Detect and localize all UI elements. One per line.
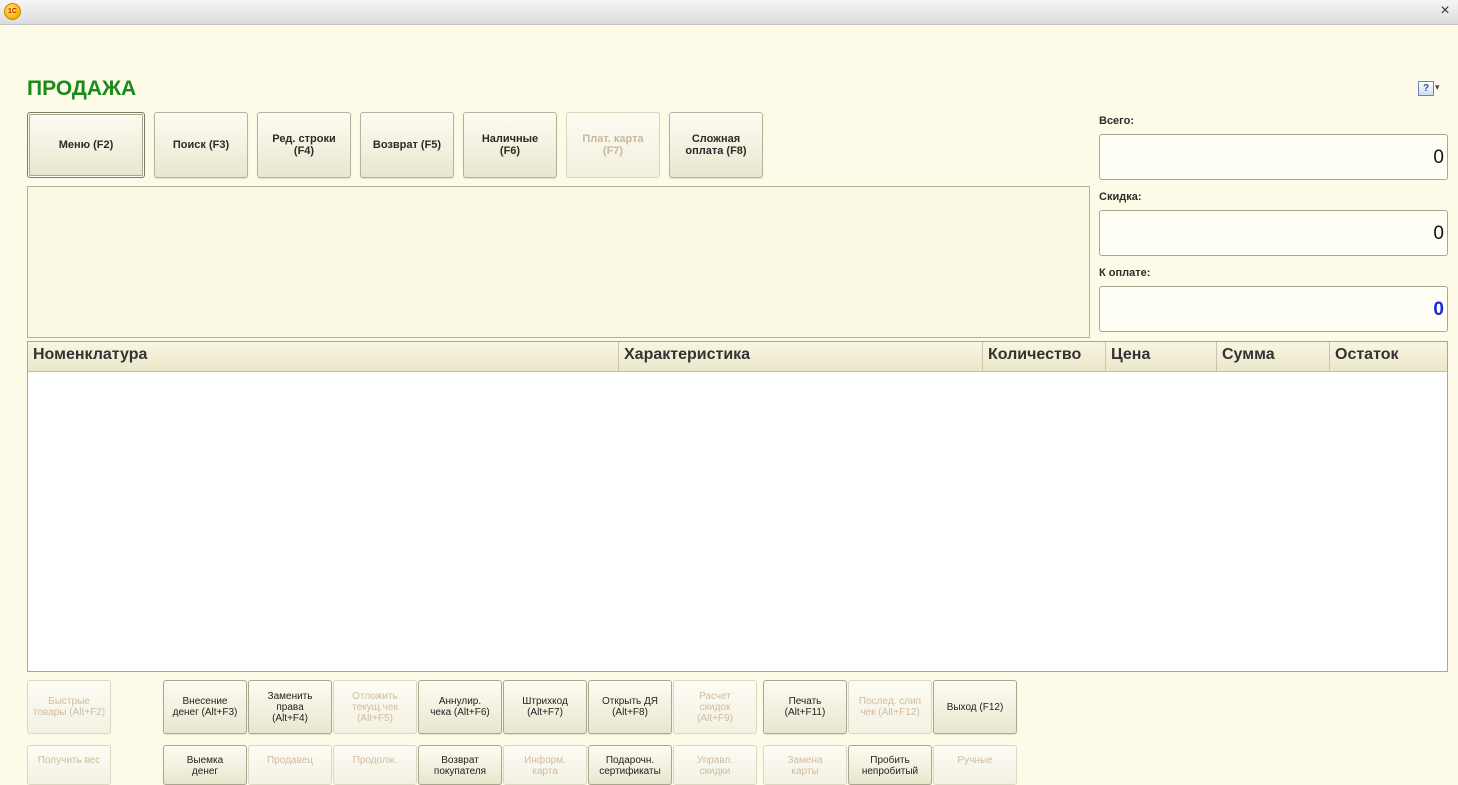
cash-payment-button[interactable]: Наличные (F6) xyxy=(463,112,557,178)
manage-discounts-button[interactable]: Управл. скидки xyxy=(673,745,757,785)
edit-row-button[interactable]: Ред. строки (F4) xyxy=(257,112,351,178)
page-title: ПРОДАЖА xyxy=(27,77,137,100)
return-button[interactable]: Возврат (F5) xyxy=(360,112,454,178)
seller-button[interactable]: Продавец xyxy=(248,745,332,785)
menu-button[interactable]: Меню (F2) xyxy=(27,112,145,178)
last-slip-button[interactable]: Послед. слип чек (Alt+F12) xyxy=(848,680,932,734)
app-logo-icon: 1С xyxy=(4,3,21,20)
cancel-receipt-button[interactable]: Аннулир. чека (Alt+F6) xyxy=(418,680,502,734)
discount-label: Скидка: xyxy=(1099,191,1142,203)
cash-in-button[interactable]: Внесение денег (Alt+F3) xyxy=(163,680,247,734)
column-header-price[interactable]: Цена xyxy=(1106,342,1217,371)
column-header-characteristic[interactable]: Характеристика xyxy=(619,342,983,371)
column-header-nomenclature[interactable]: Номенклатура xyxy=(28,342,619,371)
postpone-receipt-button[interactable]: Отложить текущ.чек (Alt+F5) xyxy=(333,680,417,734)
barcode-button[interactable]: Штрихкод (Alt+F7) xyxy=(503,680,587,734)
goods-table[interactable]: Номенклатура Характеристика Количество Ц… xyxy=(27,341,1448,672)
window-titlebar: 1С × xyxy=(0,0,1458,25)
customer-return-button[interactable]: Возврат покупателя xyxy=(418,745,502,785)
total-field: 0 xyxy=(1099,134,1448,180)
exit-button[interactable]: Выход (F12) xyxy=(933,680,1017,734)
column-header-quantity[interactable]: Количество xyxy=(983,342,1106,371)
quick-goods-button[interactable]: Быстрые товары (Alt+F2) xyxy=(27,680,111,734)
complex-payment-button[interactable]: Сложная оплата (F8) xyxy=(669,112,763,178)
change-rights-button[interactable]: Заменить права (Alt+F4) xyxy=(248,680,332,734)
gift-certificates-button[interactable]: Подарочн. сертификаты xyxy=(588,745,672,785)
manual-button[interactable]: Ручные xyxy=(933,745,1017,785)
replace-card-button[interactable]: Замена карты xyxy=(763,745,847,785)
get-weight-button[interactable]: Получить вес xyxy=(27,745,111,785)
to-pay-field: 0 xyxy=(1099,286,1448,332)
continue-button[interactable]: Продолж. xyxy=(333,745,417,785)
close-icon[interactable]: × xyxy=(1438,2,1452,20)
discount-field: 0 xyxy=(1099,210,1448,256)
help-menu-button[interactable]: ? ▾ xyxy=(1418,80,1448,98)
print-button[interactable]: Печать (Alt+F11) xyxy=(763,680,847,734)
info-panel xyxy=(27,186,1090,338)
cash-out-button[interactable]: Выемка денег xyxy=(163,745,247,785)
calc-discounts-button[interactable]: Расчет скидок (Alt+F9) xyxy=(673,680,757,734)
open-drawer-button[interactable]: Открыть ДЯ (Alt+F8) xyxy=(588,680,672,734)
card-payment-button[interactable]: Плат. карта (F7) xyxy=(566,112,660,178)
total-label: Всего: xyxy=(1099,115,1134,127)
column-header-remainder[interactable]: Остаток xyxy=(1330,342,1447,371)
punch-unpunched-button[interactable]: Пробить непробитый xyxy=(848,745,932,785)
chevron-down-icon: ▾ xyxy=(1435,82,1440,92)
search-button[interactable]: Поиск (F3) xyxy=(154,112,248,178)
help-icon: ? xyxy=(1418,81,1434,96)
to-pay-label: К оплате: xyxy=(1099,267,1151,279)
column-header-sum[interactable]: Сумма xyxy=(1217,342,1330,371)
info-card-button[interactable]: Информ. карта xyxy=(503,745,587,785)
table-header: Номенклатура Характеристика Количество Ц… xyxy=(28,342,1447,372)
